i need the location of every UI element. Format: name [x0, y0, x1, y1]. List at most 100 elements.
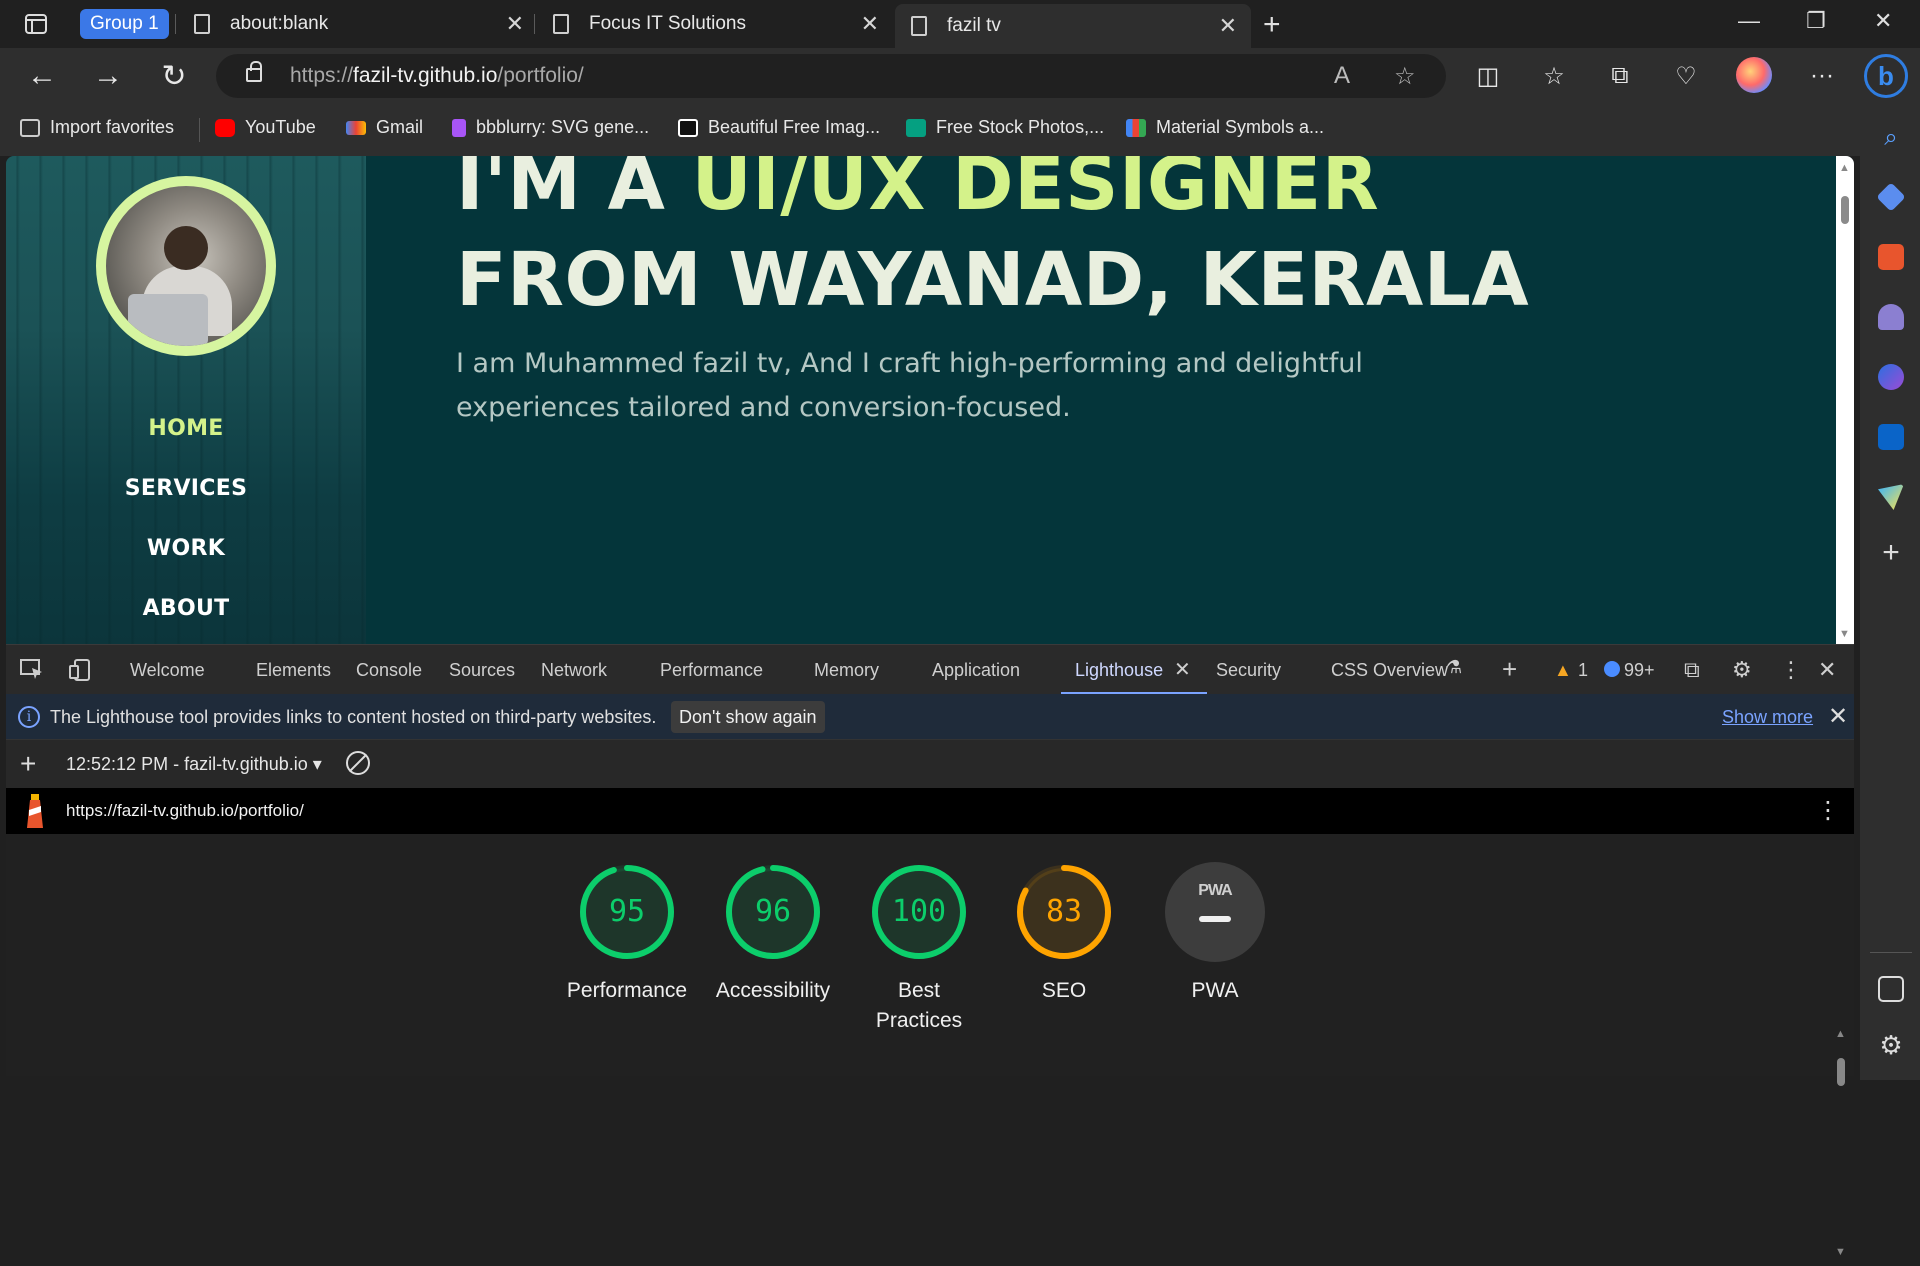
experiment-flask-icon: ⚗	[1446, 657, 1463, 677]
inspect-element-icon[interactable]	[20, 659, 44, 681]
scroll-up-arrow[interactable]: ▲	[1839, 162, 1850, 174]
scroll-thumb[interactable]	[1837, 1058, 1845, 1086]
sidebar-settings-icon[interactable]: ⚙	[1878, 1032, 1904, 1058]
devtools-tabbar: Welcome Elements Console Sources Network…	[6, 644, 1854, 695]
favorite-pexels[interactable]: Free Stock Photos,...	[906, 117, 1104, 138]
minimize-button[interactable]: —	[1738, 8, 1760, 34]
tab-actions-icon	[25, 14, 47, 34]
games-icon[interactable]	[1878, 304, 1904, 330]
nav-work[interactable]: WORK	[6, 536, 366, 561]
settings-more-icon[interactable]: ···	[1806, 60, 1838, 92]
report-menu-icon[interactable]: ⋮	[1816, 796, 1840, 825]
scroll-down-arrow[interactable]: ▼	[1835, 1246, 1846, 1258]
dt-tab-performance[interactable]: Performance	[660, 660, 763, 681]
dont-show-again-button[interactable]: Don't show again	[671, 701, 825, 733]
report-select[interactable]: 12:52:12 PM - fazil-tv.github.io ▾	[66, 754, 322, 775]
tab-close-icon[interactable]: ✕	[506, 11, 524, 37]
add-sidebar-app-icon[interactable]: +	[1878, 538, 1904, 568]
tools-icon[interactable]	[1878, 244, 1904, 270]
close-devtools-icon[interactable]: ✕	[1818, 657, 1836, 683]
dt-tab-network[interactable]: Network	[541, 660, 607, 681]
tab-actions-button[interactable]	[18, 10, 54, 38]
warning-icon[interactable]: ▲	[1554, 660, 1572, 681]
collections-icon[interactable]: ⧉	[1604, 60, 1636, 92]
edge-sidebar: ⌕ + ⚙	[1860, 104, 1920, 1080]
close-lighthouse-tab-icon[interactable]: ✕	[1174, 657, 1191, 682]
messages-icon[interactable]	[1604, 661, 1620, 677]
gauge-performance[interactable]: 95 Performance	[552, 862, 702, 1006]
dt-tab-lighthouse[interactable]: Lighthouse	[1075, 660, 1163, 681]
favorite-youtube[interactable]: YouTube	[215, 117, 316, 138]
favorite-material-symbols[interactable]: Material Symbols a...	[1126, 117, 1324, 138]
tab-close-icon[interactable]: ✕	[1219, 13, 1237, 39]
favorite-gmail[interactable]: Gmail	[346, 117, 423, 138]
warning-count[interactable]: 1	[1578, 660, 1588, 681]
dt-tab-console[interactable]: Console	[356, 660, 422, 681]
search-icon[interactable]: ⌕	[1878, 124, 1904, 151]
close-infobar-icon[interactable]: ✕	[1828, 702, 1848, 731]
favorite-star-icon[interactable]: ☆	[1394, 62, 1416, 91]
scroll-thumb[interactable]	[1841, 196, 1849, 224]
url-text[interactable]: https://fazil-tv.github.io/portfolio/	[290, 64, 584, 88]
gauge-accessibility[interactable]: 96 Accessibility	[698, 862, 848, 1006]
report-url[interactable]: https://fazil-tv.github.io/portfolio/	[66, 801, 304, 821]
profile-avatar[interactable]	[1736, 57, 1772, 93]
favorites-icon[interactable]: ☆	[1538, 60, 1570, 92]
tab-about-blank[interactable]: about:blank ✕	[194, 4, 524, 44]
devtools-settings-icon[interactable]: ⚙	[1732, 657, 1752, 683]
gauge-best-practices[interactable]: 100 Best Practices	[844, 862, 994, 1036]
page-icon	[194, 14, 210, 34]
gauge-seo[interactable]: 83 SEO	[989, 862, 1139, 1006]
tab-close-icon[interactable]: ✕	[861, 11, 879, 37]
show-more-link[interactable]: Show more	[1722, 707, 1813, 728]
tab-focus-it[interactable]: Focus IT Solutions ✕	[553, 4, 879, 44]
outlook-icon[interactable]	[1878, 424, 1904, 450]
dt-tab-elements[interactable]: Elements	[256, 660, 331, 681]
devtools-scrollbar[interactable]: ▲ ▼	[1832, 1024, 1850, 1266]
address-bar[interactable]: https://fazil-tv.github.io/portfolio/ A …	[216, 54, 1446, 98]
clear-reports-icon[interactable]	[346, 751, 370, 775]
split-screen-icon[interactable]: ◫	[1472, 60, 1504, 92]
back-button[interactable]: ←	[24, 58, 60, 94]
tab-fazil-tv[interactable]: fazil tv ✕	[895, 4, 1251, 48]
microsoft365-icon[interactable]	[1878, 364, 1904, 390]
gauge-pwa[interactable]: PWA PWA	[1140, 862, 1290, 1006]
favorite-bbblurry[interactable]: bbblurry: SVG gene...	[452, 117, 649, 138]
dt-tab-application[interactable]: Application	[932, 660, 1020, 681]
scroll-up-arrow[interactable]: ▲	[1835, 1028, 1846, 1040]
nav-home[interactable]: HOME	[6, 416, 366, 441]
device-toolbar-icon[interactable]	[68, 658, 92, 682]
dt-tab-welcome[interactable]: Welcome	[130, 660, 205, 681]
window-close-button[interactable]: ✕	[1874, 8, 1892, 34]
hide-sidebar-icon[interactable]	[1878, 976, 1904, 1002]
lock-icon[interactable]	[246, 61, 262, 82]
dt-tab-css-overview[interactable]: CSS Overview	[1331, 660, 1448, 681]
dt-tab-sources[interactable]: Sources	[449, 660, 515, 681]
message-count[interactable]: 99+	[1624, 660, 1655, 681]
remote-devices-icon[interactable]: ⧉	[1684, 657, 1700, 683]
favorite-import[interactable]: Import favorites	[20, 117, 174, 138]
new-report-icon[interactable]: +	[20, 748, 36, 780]
pwa-badge-icon: PWA	[1165, 862, 1265, 962]
dt-tab-security[interactable]: Security	[1216, 660, 1281, 681]
copilot-icon[interactable]: b	[1864, 54, 1908, 98]
browser-essentials-icon[interactable]: ♡	[1670, 60, 1702, 92]
read-aloud-icon[interactable]: A	[1334, 62, 1350, 90]
devtools-menu-icon[interactable]: ⋮	[1780, 657, 1802, 683]
new-tab-button[interactable]: +	[1263, 8, 1281, 42]
scroll-down-arrow[interactable]: ▼	[1839, 628, 1850, 640]
forward-button[interactable]: →	[90, 58, 126, 94]
page-scrollbar[interactable]: ▲ ▼	[1836, 156, 1854, 644]
shopping-icon[interactable]	[1876, 182, 1906, 212]
score-ring: 100	[869, 862, 969, 962]
tab-group-chip[interactable]: Group 1	[80, 9, 169, 39]
nav-services[interactable]: SERVICES	[6, 476, 366, 501]
favorite-unsplash[interactable]: Beautiful Free Imag...	[678, 117, 880, 138]
more-tabs-plus-icon[interactable]: +	[1502, 654, 1517, 685]
dt-tab-memory[interactable]: Memory	[814, 660, 879, 681]
drop-icon[interactable]	[1878, 484, 1904, 510]
devtools-panel: Welcome Elements Console Sources Network…	[6, 644, 1854, 1258]
nav-about[interactable]: ABOUT	[6, 596, 366, 621]
restore-button[interactable]: ❐	[1806, 8, 1826, 34]
refresh-button[interactable]: ↻	[156, 58, 192, 94]
